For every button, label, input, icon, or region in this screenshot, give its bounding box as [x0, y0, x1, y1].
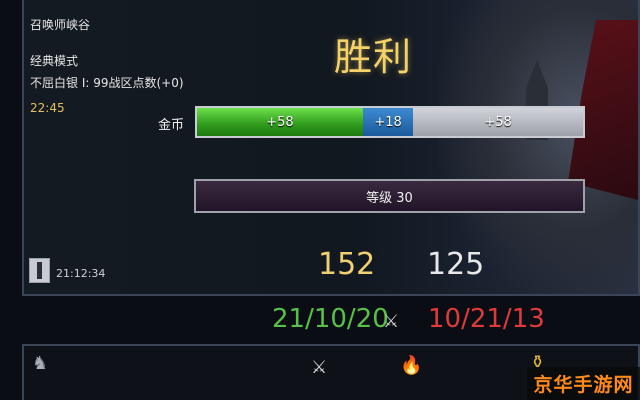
- map-name: 召唤师峡谷: [30, 18, 91, 32]
- kda-left: 21/10/20: [272, 304, 389, 334]
- gold-segment-team: +58: [197, 108, 363, 136]
- team-score-right: 125: [427, 247, 485, 282]
- rank-info: 不屈白银 I: 99战区点数(+0): [30, 76, 184, 90]
- level-bar: 等级 30: [194, 179, 585, 213]
- kda-right: 10/21/13: [428, 304, 545, 334]
- gold-segment-diff: +18: [362, 108, 414, 136]
- champion-icon: ♞: [32, 353, 49, 374]
- match-icon[interactable]: [29, 258, 50, 283]
- game-mode: 经典模式: [30, 54, 79, 68]
- victory-title: 胜利: [334, 35, 413, 79]
- gold-label: 金币: [158, 118, 185, 133]
- fire-icon: 🔥: [400, 355, 423, 376]
- game-duration: 22:45: [30, 101, 65, 115]
- crossed-swords-icon: ⚔: [383, 311, 400, 332]
- site-watermark: 京华手游网: [527, 367, 640, 400]
- team-score-left: 152: [318, 247, 376, 282]
- gold-segment-enemy: +58: [413, 108, 583, 136]
- gold-bar: +58 +18 +58: [195, 106, 585, 138]
- clock-time: 21:12:34: [56, 267, 106, 280]
- swords-icon: ⚔: [311, 357, 328, 378]
